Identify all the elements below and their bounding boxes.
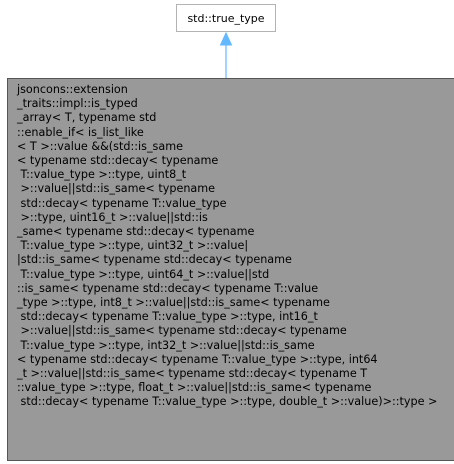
- derived-class-label-line: >::value||std::is_same< typename: [17, 182, 216, 196]
- derived-class-node[interactable]: jsoncons::extension _traits::impl::is_typ…: [7, 78, 454, 461]
- inheritance-diagram: std::true_type jsoncons::extension _trait…: [0, 0, 454, 464]
- derived-class-label-line: T::value_type >::type, int32_t >::value|…: [17, 338, 315, 352]
- derived-class-label-line: < typename std::decay< typename: [17, 154, 219, 168]
- derived-class-label-line: T::value_type >::type, uint8_t: [17, 168, 187, 182]
- derived-class-label-line: _array< T, typename std: [17, 111, 157, 125]
- derived-class-label-line: < T >::value &&(std::is_same: [17, 139, 184, 153]
- derived-class-label-line: _type >::type, int8_t >::value||std::is_…: [17, 296, 330, 310]
- derived-class-label-line: ::value_type >::type, float_t >::value||…: [17, 381, 372, 395]
- derived-class-label-line: ::is_same< typename std::decay< typename…: [17, 281, 319, 295]
- derived-class-label-line: < typename std::decay< typename T::value…: [17, 352, 378, 366]
- derived-class-label-line: T::value_type >::type, uint64_t >::value…: [17, 267, 270, 281]
- derived-class-label-line: _same< typename std::decay< typename: [17, 225, 255, 239]
- base-class-label: std::true_type: [187, 11, 265, 25]
- derived-class-label-line: >::value||std::is_same< typename std::de…: [17, 324, 347, 338]
- derived-class-label-line: std::decay< typename T::value_type >::ty…: [17, 310, 318, 324]
- derived-class-label-line: std::decay< typename T::value_type >::ty…: [17, 395, 438, 409]
- derived-class-label-line: _traits::impl::is_typed: [17, 97, 138, 111]
- derived-class-label-line: _t >::value||std::is_same< typename std:…: [17, 367, 368, 381]
- derived-class-label-line: >::type, uint16_t >::value||std::is: [17, 210, 208, 224]
- derived-class-label-line: ::enable_if< is_list_like: [17, 125, 144, 139]
- derived-class-label-line: |std::is_same< typename std::decay< type…: [17, 253, 292, 267]
- base-class-node[interactable]: std::true_type: [176, 4, 276, 32]
- derived-class-label-line: T::value_type >::type, uint32_t >::value…: [17, 239, 249, 253]
- derived-class-label-line: jsoncons::extension: [17, 83, 128, 96]
- derived-class-label-line: std::decay< typename T::value_type: [17, 196, 227, 210]
